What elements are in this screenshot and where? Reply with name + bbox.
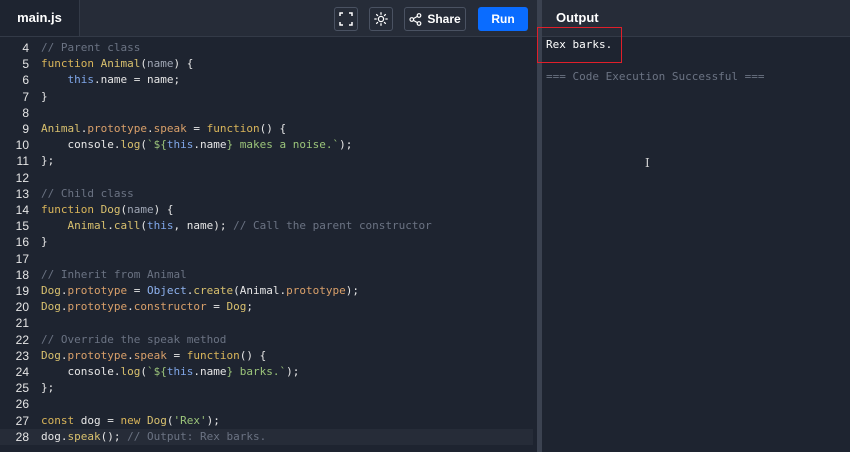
- code-line[interactable]: 8: [0, 105, 533, 121]
- line-number: 13: [15, 186, 29, 201]
- code-text: Dog.prototype.constructor = Dog;: [41, 300, 253, 314]
- code-line[interactable]: 9 Animal.prototype.speak = function() {: [0, 121, 533, 137]
- code-text: }: [41, 235, 48, 249]
- line-number: 4: [22, 41, 29, 55]
- code-text: this.name = name;: [67, 73, 181, 87]
- code-text: // Override the speak method: [41, 332, 227, 346]
- file-tab[interactable]: main.js: [0, 0, 80, 36]
- code-text: // Parent class: [41, 41, 141, 54]
- code-line[interactable]: 12: [0, 170, 533, 186]
- fullscreen-button[interactable]: [334, 7, 358, 31]
- code-text: dog.speak(); // Output: Rex barks.: [41, 429, 267, 443]
- code-text: // Child class: [41, 186, 134, 200]
- line-number: 5: [22, 57, 29, 72]
- code-text: Animal.prototype.speak = function() {: [41, 122, 287, 135]
- code-line[interactable]: 21: [0, 315, 533, 331]
- fullscreen-icon: [339, 12, 353, 26]
- code-text: Animal.call(this, name); // Call the par…: [67, 219, 432, 233]
- share-button[interactable]: Share: [404, 7, 466, 31]
- code-text: // Inherit from Animal: [41, 267, 187, 281]
- code-line[interactable]: 23 Dog.prototype.speak = function() {: [0, 348, 533, 364]
- text-cursor-icon: I: [645, 156, 650, 170]
- code-line[interactable]: 27 const dog = new Dog('Rex');: [0, 413, 533, 429]
- line-number: 11: [16, 154, 29, 169]
- line-number: 7: [22, 89, 29, 104]
- code-line[interactable]: 7}: [0, 89, 533, 105]
- line-number: 17: [15, 251, 29, 266]
- line-number: 27: [15, 413, 29, 428]
- run-button[interactable]: Run: [478, 7, 528, 31]
- line-number: 19: [15, 284, 29, 298]
- sun-icon: [374, 12, 388, 26]
- online-js-compiler: main.js Share Run 4 // Parent class 5 fu…: [0, 0, 850, 452]
- line-number: 10: [15, 138, 29, 153]
- line-number: 26: [15, 397, 29, 412]
- code-line[interactable]: 5 function Animal(name) {: [0, 56, 533, 72]
- line-number: 23: [15, 348, 29, 363]
- code-text: const dog = new Dog('Rex');: [41, 413, 220, 427]
- code-text: console.log(`${this.name} barks.`);: [41, 365, 300, 378]
- line-number: 20: [15, 300, 29, 315]
- line-number: 25: [15, 381, 29, 396]
- code-line[interactable]: 22 // Override the speak method: [0, 332, 533, 348]
- code-text: function Dog(name) {: [41, 203, 174, 216]
- output-result: Rex barks.: [546, 38, 613, 51]
- code-line[interactable]: 6 this.name = name;: [0, 72, 533, 88]
- code-line[interactable]: 13 // Child class: [0, 186, 533, 202]
- code-line[interactable]: 4 // Parent class: [0, 40, 533, 56]
- share-icon: [409, 12, 422, 26]
- execution-status: === Code Execution Successful ===: [546, 70, 765, 83]
- code-text: Dog.prototype = Object.create(Animal.pro…: [41, 284, 359, 297]
- line-number: 14: [15, 203, 29, 217]
- code-line[interactable]: 24 console.log(`${this.name} barks.`);: [0, 364, 533, 380]
- theme-toggle-button[interactable]: [369, 7, 393, 31]
- line-number: 9: [22, 122, 29, 136]
- code-line[interactable]: 10 console.log(`${this.name} makes a noi…: [0, 137, 533, 153]
- code-text: }: [41, 89, 48, 103]
- line-number: 6: [22, 73, 29, 88]
- code-line[interactable]: 25};: [0, 380, 533, 396]
- code-line[interactable]: 18 // Inherit from Animal: [0, 267, 533, 283]
- line-number: 8: [22, 105, 29, 120]
- code-text: };: [41, 154, 55, 168]
- code-line[interactable]: 14 function Dog(name) {: [0, 202, 533, 218]
- code-text: function Animal(name) {: [41, 57, 194, 71]
- line-number: 12: [15, 170, 29, 185]
- line-number: 18: [15, 267, 29, 282]
- code-line[interactable]: 11};: [0, 153, 533, 169]
- line-number: 16: [15, 235, 29, 250]
- output-pane: Output Rex barks. === Code Execution Suc…: [537, 0, 850, 452]
- line-number: 22: [15, 332, 29, 347]
- line-number: 24: [15, 365, 29, 379]
- code-line[interactable]: 20 Dog.prototype.constructor = Dog;: [0, 299, 533, 315]
- code-text: };: [41, 381, 55, 395]
- share-label: Share: [427, 12, 461, 26]
- code-line[interactable]: 15 Animal.call(this, name); // Call the …: [0, 218, 533, 234]
- line-number: 28: [15, 429, 29, 444]
- code-text: Dog.prototype.speak = function() {: [41, 348, 267, 362]
- code-line[interactable]: 19 Dog.prototype = Object.create(Animal.p…: [0, 283, 533, 299]
- line-number: 15: [15, 219, 29, 234]
- code-text: console.log(`${this.name} makes a noise.…: [41, 138, 353, 152]
- code-editor[interactable]: 4 // Parent class 5 function Animal(name) {…: [0, 38, 533, 452]
- code-line[interactable]: 16}: [0, 234, 533, 250]
- code-line[interactable]: 26: [0, 396, 533, 412]
- line-number: 21: [15, 316, 29, 331]
- code-line[interactable]: 17: [0, 251, 533, 267]
- code-line[interactable]: 28 dog.speak(); // Output: Rex barks.: [0, 428, 533, 445]
- editor-toolbar: main.js Share Run: [0, 0, 537, 37]
- editor-pane: main.js Share Run 4 // Parent class 5 fu…: [0, 0, 537, 452]
